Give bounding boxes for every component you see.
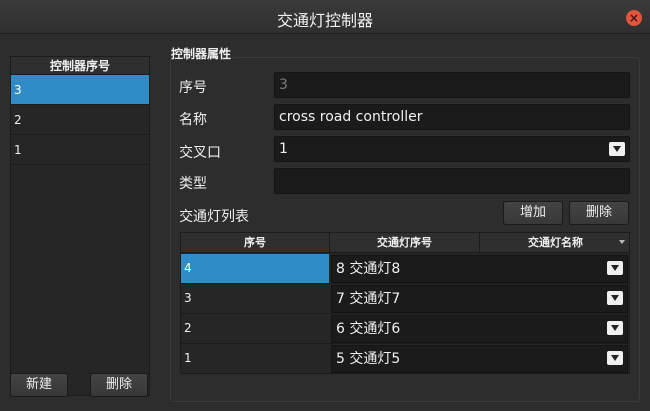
window-title: 交通灯控制器 xyxy=(276,11,373,30)
delete-controller-button[interactable]: 删除 xyxy=(90,373,148,397)
column-header-light-name[interactable]: 交通灯名称 xyxy=(480,233,629,253)
column-header-light-seq[interactable]: 交通灯序号 xyxy=(330,233,480,253)
controller-list-item[interactable]: 1 xyxy=(11,135,149,165)
table-row[interactable]: 1 5 交通灯5 xyxy=(181,344,629,373)
cross-select[interactable]: 1 xyxy=(274,136,630,162)
group-title: 控制器属性 xyxy=(171,45,234,62)
chevron-down-icon[interactable] xyxy=(607,351,623,365)
chevron-down-icon[interactable] xyxy=(607,261,623,275)
column-header-seq[interactable]: 序号 xyxy=(181,233,330,253)
light-select-value: 5 交通灯5 xyxy=(336,351,401,367)
type-field[interactable] xyxy=(274,168,630,194)
row-seq[interactable]: 4 xyxy=(181,254,329,283)
light-select-value: 8 交通灯8 xyxy=(336,261,401,277)
title-bar: 交通灯控制器 × xyxy=(0,0,650,34)
controller-list: 控制器序号 3 2 1 xyxy=(10,56,150,396)
controller-list-item[interactable]: 3 xyxy=(11,75,149,105)
lights-table: 序号 交通灯序号 交通灯名称 4 8 交通灯8 3 7 交通灯7 2 6 交通灯… xyxy=(180,232,630,374)
light-select[interactable]: 7 交通灯7 xyxy=(331,285,628,313)
name-field[interactable]: cross road controller xyxy=(274,104,630,130)
name-label: 名称 xyxy=(179,112,207,128)
close-icon[interactable]: × xyxy=(626,10,642,26)
light-select[interactable]: 5 交通灯5 xyxy=(331,345,628,373)
lights-list-label: 交通灯列表 xyxy=(179,209,249,225)
dialog-body: 控制器序号 3 2 1 新建 删除 控制器属性 序号 3 名称 cross ro… xyxy=(0,34,650,411)
light-select-value: 6 交通灯6 xyxy=(336,321,401,337)
cross-label: 交叉口 xyxy=(179,145,221,161)
table-header: 序号 交通灯序号 交通灯名称 xyxy=(181,233,629,253)
light-select-value: 7 交通灯7 xyxy=(336,291,401,307)
seq-field: 3 xyxy=(274,72,630,98)
row-seq[interactable]: 3 xyxy=(181,284,329,313)
add-light-button[interactable]: 增加 xyxy=(503,201,563,225)
chevron-down-icon[interactable] xyxy=(609,142,625,156)
controller-list-header: 控制器序号 xyxy=(11,57,149,75)
remove-light-button[interactable]: 删除 xyxy=(569,201,629,225)
type-label: 类型 xyxy=(179,176,207,192)
row-seq[interactable]: 2 xyxy=(181,314,329,343)
column-header-light-name-label: 交通灯名称 xyxy=(528,236,583,249)
table-row[interactable]: 2 6 交通灯6 xyxy=(181,314,629,344)
chevron-down-icon[interactable] xyxy=(607,321,623,335)
seq-label: 序号 xyxy=(179,80,207,96)
chevron-down-icon[interactable] xyxy=(607,291,623,305)
table-row[interactable]: 3 7 交通灯7 xyxy=(181,284,629,314)
new-button[interactable]: 新建 xyxy=(10,373,68,397)
sort-indicator-icon xyxy=(619,240,625,244)
light-select[interactable]: 8 交通灯8 xyxy=(331,255,628,283)
light-select[interactable]: 6 交通灯6 xyxy=(331,315,628,343)
cross-select-value: 1 xyxy=(279,141,288,157)
controller-list-item[interactable]: 2 xyxy=(11,105,149,135)
table-row[interactable]: 4 8 交通灯8 xyxy=(181,254,629,284)
row-seq[interactable]: 1 xyxy=(181,344,329,373)
